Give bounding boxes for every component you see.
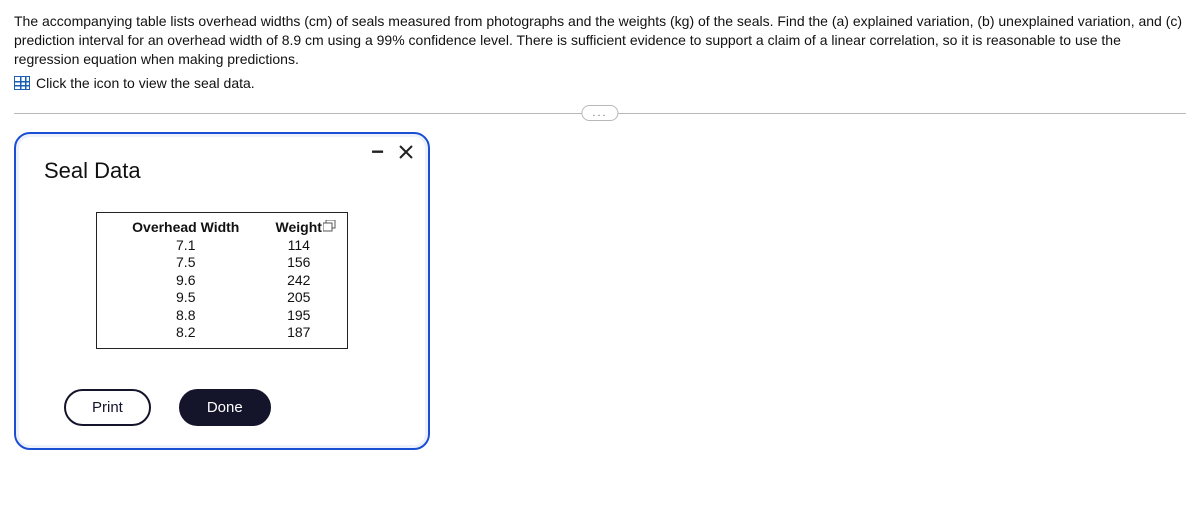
- cell: 195: [263, 307, 335, 325]
- table-row: 9.5205: [109, 289, 335, 307]
- cell: 205: [263, 289, 335, 307]
- table-header-row: Overhead Width Weight: [109, 219, 335, 237]
- cell: 7.5: [109, 254, 263, 272]
- modal-title: Seal Data: [44, 158, 406, 184]
- data-table-card: Overhead Width Weight 7.1114 7.5156 9.62…: [96, 212, 348, 349]
- cell: 242: [263, 272, 335, 290]
- table-row: 7.5156: [109, 254, 335, 272]
- print-button[interactable]: Print: [64, 389, 151, 426]
- seal-data-table: Overhead Width Weight 7.1114 7.5156 9.62…: [109, 219, 335, 342]
- cell: 114: [263, 237, 335, 255]
- cell: 9.6: [109, 272, 263, 290]
- seal-data-modal: − Seal Data Overhead Width Weight 7.1114…: [14, 132, 430, 450]
- ellipsis-pill[interactable]: ...: [581, 105, 618, 121]
- col-header-width: Overhead Width: [109, 219, 263, 237]
- cell: 8.2: [109, 324, 263, 342]
- cell: 7.1: [109, 237, 263, 255]
- cell: 9.5: [109, 289, 263, 307]
- copy-icon[interactable]: [323, 219, 337, 231]
- cell: 156: [263, 254, 335, 272]
- data-link-text: Click the icon to view the seal data.: [36, 75, 255, 91]
- section-divider: ...: [14, 113, 1186, 114]
- table-row: 9.6242: [109, 272, 335, 290]
- cell: 8.8: [109, 307, 263, 325]
- table-row: 8.8195: [109, 307, 335, 325]
- table-icon: [14, 76, 30, 90]
- close-icon[interactable]: [398, 144, 414, 160]
- done-button[interactable]: Done: [179, 389, 271, 426]
- table-row: 8.2187: [109, 324, 335, 342]
- data-link-row[interactable]: Click the icon to view the seal data.: [14, 75, 1186, 91]
- cell: 187: [263, 324, 335, 342]
- problem-statement: The accompanying table lists overhead wi…: [14, 12, 1186, 69]
- table-row: 7.1114: [109, 237, 335, 255]
